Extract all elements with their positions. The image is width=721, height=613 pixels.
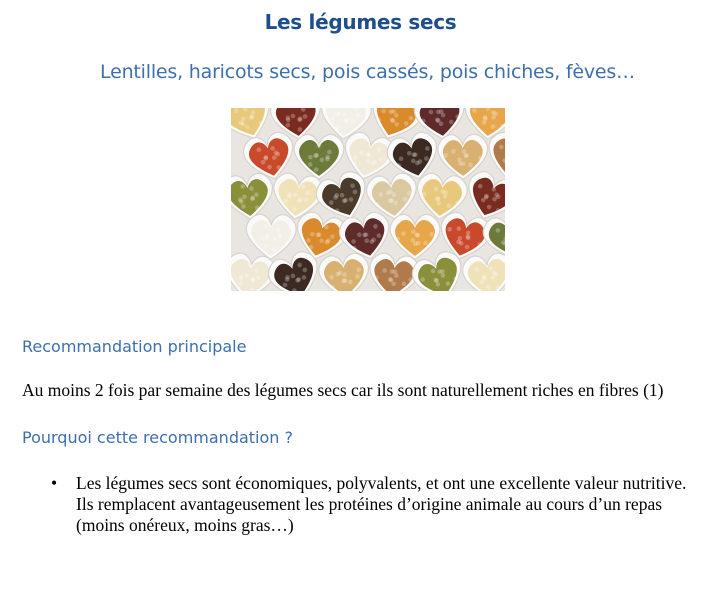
legumes-photo xyxy=(231,108,505,291)
reasons-list: • Les légumes secs sont économiques, pol… xyxy=(22,473,702,536)
recommandation-text: Au moins 2 fois par semaine des légumes … xyxy=(22,380,664,400)
list-item: • Les légumes secs sont économiques, pol… xyxy=(22,473,702,536)
page-subtitle: Lentilles, haricots secs, pois cassés, p… xyxy=(100,61,635,83)
section-heading-pourquoi: Pourquoi cette recommandation ? xyxy=(22,428,293,447)
bullet-icon: • xyxy=(51,473,58,493)
section-heading-recommandation: Recommandation principale xyxy=(22,337,247,356)
list-item-text: Les légumes secs sont économiques, polyv… xyxy=(76,473,687,535)
page-title: Les légumes secs xyxy=(264,10,457,34)
